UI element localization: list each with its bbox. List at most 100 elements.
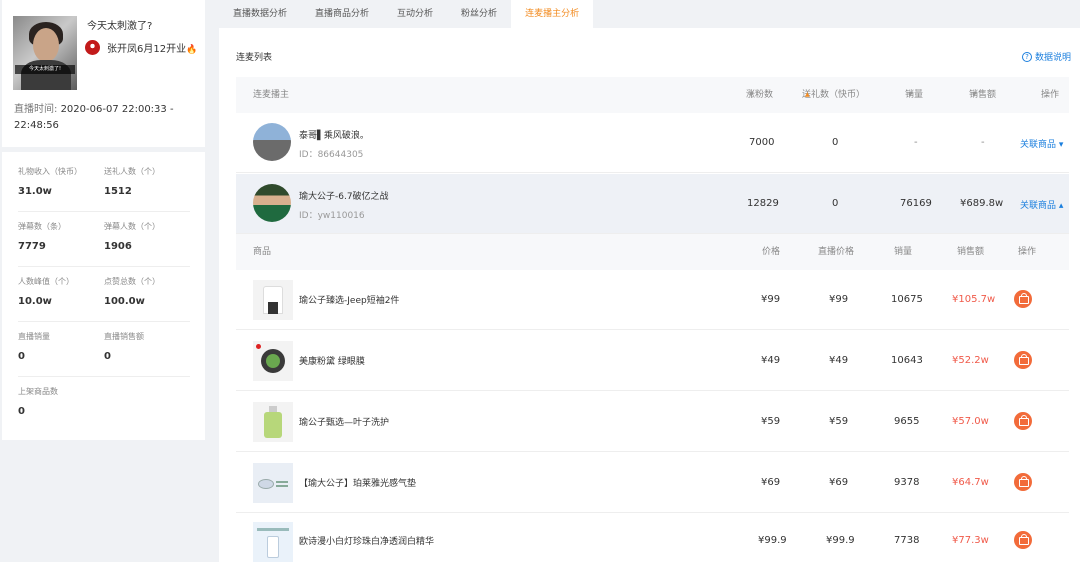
product-name[interactable]: 欧诗漫小白灯珍珠白净透润白精华 bbox=[299, 534, 434, 547]
product-revenue: ¥105.7w bbox=[952, 294, 996, 305]
anchor-fans-gain: 12829 bbox=[747, 198, 779, 209]
product-price: ¥69 bbox=[761, 477, 781, 488]
sort-up-icon: ▲ bbox=[805, 91, 810, 98]
product-sales: 9655 bbox=[894, 416, 920, 427]
product-image[interactable] bbox=[253, 463, 293, 503]
tab-live-data[interactable]: 直播数据分析 bbox=[219, 0, 301, 28]
product-row: 瑜公子甄选—叶子洗护 ¥59 ¥59 9655 ¥57.0w bbox=[236, 392, 1069, 452]
anchor-avatar[interactable] bbox=[253, 184, 291, 222]
product-live-price: ¥99.9 bbox=[826, 535, 855, 546]
main-content: 直播数据分析 直播商品分析 互动分析 粉丝分析 连麦播主分析 连麦列表 ? 数据… bbox=[219, 0, 1080, 562]
anchor-revenue: ¥689.8w bbox=[960, 198, 1004, 209]
col-live-price: 直播价格 bbox=[818, 247, 855, 257]
shop-bag-icon[interactable] bbox=[1014, 290, 1032, 308]
product-sales: 10643 bbox=[891, 355, 923, 366]
product-sales: 10675 bbox=[891, 294, 923, 305]
product-revenue: ¥64.7w bbox=[952, 477, 989, 488]
host-name: 张开凤6月12开业🔥 bbox=[107, 43, 198, 55]
stat-live-sales: 直播销量 0 bbox=[18, 332, 50, 362]
chevron-up-icon: ▴ bbox=[1058, 201, 1064, 211]
sort-down-icon: ▼ bbox=[908, 91, 913, 98]
product-revenue: ¥57.0w bbox=[952, 416, 989, 427]
product-row: 【瑜大公子】珀莱雅光感气垫 ¥69 ¥69 9378 ¥64.7w bbox=[236, 453, 1069, 513]
product-name[interactable]: 瑜公子甄选—叶子洗护 bbox=[299, 415, 389, 428]
anchor-name[interactable]: 瑜大公子-6.7破亿之战 bbox=[299, 189, 389, 202]
tab-interaction[interactable]: 互动分析 bbox=[383, 0, 447, 28]
tab-co-host[interactable]: 连麦播主分析 bbox=[511, 0, 594, 28]
product-sales: 9378 bbox=[894, 477, 920, 488]
product-table-header: 商品 价格 直播价格 销量 销售额 操作 bbox=[236, 234, 1069, 270]
thumbnail-face bbox=[33, 28, 59, 62]
product-image[interactable] bbox=[253, 280, 293, 320]
product-image[interactable] bbox=[253, 402, 293, 442]
stat-gift-income: 礼物收入（快币） 31.0w bbox=[18, 167, 82, 197]
product-revenue: ¥77.3w bbox=[952, 535, 989, 546]
live-time: 直播时间: 2020-06-07 22:00:33 - 22:48:56 bbox=[14, 102, 199, 134]
product-price: ¥99 bbox=[761, 294, 781, 305]
product-live-price: ¥49 bbox=[829, 355, 849, 366]
col-anchor: 连麦播主 bbox=[253, 90, 290, 100]
product-row: 美康粉黛 绿眼膜 ¥49 ¥49 10643 ¥52.2w bbox=[236, 331, 1069, 391]
host-avatar bbox=[85, 39, 100, 55]
anchor-table-header: 连麦播主 涨粉数 ▼ 送礼数（快币） ▲ 销量 ▼ 销售额 ▼ 操作 bbox=[236, 77, 1069, 113]
anchor-id: ID：yw110016 bbox=[299, 211, 365, 221]
list-title: 连麦列表 bbox=[236, 53, 273, 63]
tab-live-products[interactable]: 直播商品分析 bbox=[301, 0, 383, 28]
live-summary-card: 今天太刺激了! 今天太刺激了? 张开凤6月12开业🔥 直播时间: 2020-06… bbox=[2, 0, 205, 147]
stat-gift-senders: 送礼人数（个） 1512 bbox=[104, 167, 160, 197]
col-product-sales: 销量 bbox=[894, 247, 913, 257]
sort-down-icon: ▼ bbox=[749, 91, 754, 98]
anchor-gift: 0 bbox=[832, 198, 839, 209]
data-note-link[interactable]: ? 数据说明 bbox=[1021, 50, 1071, 63]
related-products-button[interactable]: 关联商品 ▴ bbox=[1020, 198, 1063, 211]
stat-total-likes: 点赞总数（个） 100.0w bbox=[104, 277, 160, 307]
chevron-down-icon: ▾ bbox=[1058, 140, 1064, 150]
related-products-button[interactable]: 关联商品 ▾ bbox=[1020, 137, 1063, 150]
thumbnail-caption: 今天太刺激了! bbox=[15, 65, 75, 74]
shop-bag-icon[interactable] bbox=[1014, 473, 1032, 491]
anchor-gift: 0 bbox=[832, 137, 839, 148]
shop-bag-icon[interactable] bbox=[1014, 412, 1032, 430]
product-price: ¥59 bbox=[761, 416, 781, 427]
fire-icon: 🔥 bbox=[186, 44, 198, 55]
col-product: 商品 bbox=[253, 247, 272, 257]
live-title: 今天太刺激了? bbox=[87, 21, 153, 32]
product-row: 欧诗漫小白灯珍珠白净透润白精华 ¥99.9 ¥99.9 7738 ¥77.3w bbox=[236, 514, 1069, 562]
stat-live-revenue: 直播销售额 0 bbox=[104, 332, 144, 362]
col-product-op: 操作 bbox=[1018, 247, 1037, 257]
anchor-avatar[interactable] bbox=[253, 123, 291, 161]
col-op: 操作 bbox=[1041, 90, 1060, 100]
shop-bag-icon[interactable] bbox=[1014, 351, 1032, 369]
product-price: ¥49 bbox=[761, 355, 781, 366]
col-product-revenue: 销售额 bbox=[957, 247, 985, 257]
anchor-fans-gain: 7000 bbox=[749, 137, 775, 148]
live-info-sidebar: 今天太刺激了! 今天太刺激了? 张开凤6月12开业🔥 直播时间: 2020-06… bbox=[2, 0, 205, 440]
stat-row-gifts: 礼物收入（快币） 31.0w 送礼人数（个） 1512 bbox=[18, 166, 190, 212]
anchor-name[interactable]: 泰哥▌乘风破浪。 bbox=[299, 128, 369, 141]
product-revenue: ¥52.2w bbox=[952, 355, 989, 366]
product-live-price: ¥99 bbox=[829, 294, 849, 305]
product-price: ¥99.9 bbox=[758, 535, 787, 546]
anchor-revenue: - bbox=[981, 137, 985, 148]
product-image[interactable] bbox=[253, 341, 293, 381]
stat-peak-viewers: 人数峰值（个） 10.0w bbox=[18, 277, 74, 307]
question-icon: ? bbox=[1021, 51, 1032, 62]
product-name[interactable]: 【瑜大公子】珀莱雅光感气垫 bbox=[299, 476, 416, 489]
host-row[interactable]: 张开凤6月12开业🔥 bbox=[85, 39, 197, 55]
stat-listed-products: 上架商品数 0 bbox=[18, 387, 58, 417]
data-note-label: 数据说明 bbox=[1034, 53, 1071, 63]
co-host-panel: 连麦列表 ? 数据说明 连麦播主 涨粉数 ▼ 送礼数（快币） ▲ 销量 ▼ 销售额 ▼ … bbox=[219, 28, 1080, 562]
live-stats-card: 礼物收入（快币） 31.0w 送礼人数（个） 1512 弹幕数（条） 7779 弹幕人… bbox=[2, 152, 205, 440]
tab-fans[interactable]: 粉丝分析 bbox=[447, 0, 511, 28]
analysis-tabs: 直播数据分析 直播商品分析 互动分析 粉丝分析 连麦播主分析 bbox=[219, 0, 1080, 28]
stat-row-sales: 直播销量 0 直播销售额 0 bbox=[18, 331, 190, 377]
live-time-label: 直播时间: bbox=[14, 104, 58, 115]
shop-bag-icon[interactable] bbox=[1014, 531, 1032, 549]
stat-danmaku-users: 弹幕人数（个） 1906 bbox=[104, 222, 160, 252]
product-image[interactable] bbox=[253, 522, 293, 562]
product-name[interactable]: 瑜公子臻选-Jeep短袖2件 bbox=[299, 293, 399, 306]
anchor-row-expanded: 瑜大公子-6.7破亿之战 ID：yw110016 12829 0 76169 ¥… bbox=[236, 174, 1069, 234]
live-thumbnail[interactable]: 今天太刺激了! bbox=[13, 16, 77, 90]
product-name[interactable]: 美康粉黛 绿眼膜 bbox=[299, 354, 365, 367]
product-live-price: ¥59 bbox=[829, 416, 849, 427]
